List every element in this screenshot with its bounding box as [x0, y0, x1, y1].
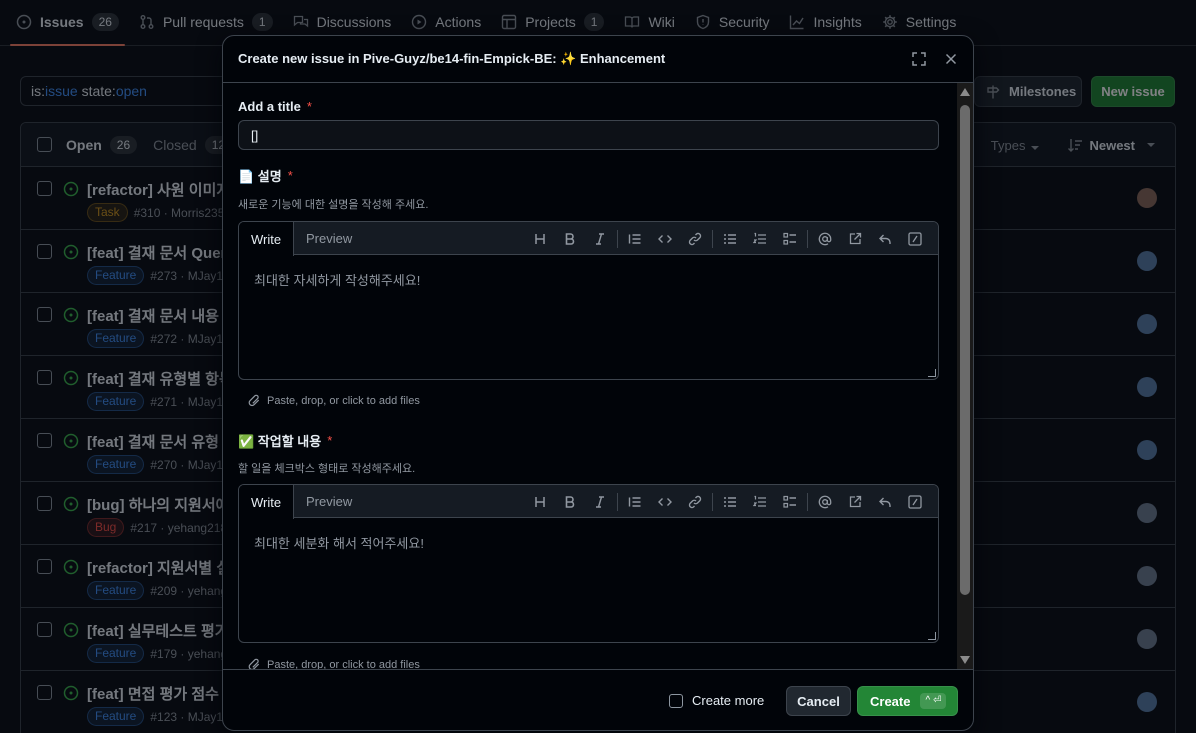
paperclip-icon [248, 394, 260, 407]
toolbar-divider [617, 230, 618, 248]
editor-toolbar: Write Preview [239, 485, 938, 519]
dialog-header: Create new issue in Pive-Guyz/be14-fin-E… [223, 36, 973, 83]
mention-icon[interactable] [810, 230, 840, 248]
slash-command-icon[interactable] [900, 230, 930, 248]
tasks-textarea[interactable]: 최대한 세분화 해서 적어주세요! [254, 533, 424, 552]
attach-text: Paste, drop, or click to add files [267, 394, 420, 407]
ordered-list-icon[interactable] [745, 230, 775, 248]
create-label: Create [870, 693, 911, 709]
fullscreen-icon[interactable] [911, 51, 927, 67]
attach-files[interactable]: Paste, drop, or click to add files [248, 394, 420, 407]
attach-files[interactable]: Paste, drop, or click to add files [248, 658, 420, 669]
tasks-hint: 할 일을 체크박스 형태로 작성해주세요. [238, 463, 416, 475]
toolbar-divider [712, 230, 713, 248]
code-icon[interactable] [650, 230, 680, 248]
saved-reply-icon[interactable] [870, 493, 900, 511]
preview-tab[interactable]: Preview [294, 222, 364, 255]
ordered-list-icon[interactable] [745, 493, 775, 511]
title-field-label: Add a title * [238, 99, 312, 114]
unordered-list-icon[interactable] [715, 230, 745, 248]
create-button[interactable]: Create ^ ⏎ [857, 686, 958, 716]
scroll-up-arrow[interactable] [960, 88, 970, 96]
toolbar-divider [712, 493, 713, 511]
bold-icon[interactable] [555, 493, 585, 511]
required-marker: * [327, 433, 333, 448]
link-icon[interactable] [680, 493, 710, 511]
write-tab[interactable]: Write [239, 485, 295, 519]
formatting-tools [525, 230, 930, 248]
resize-handle[interactable] [928, 369, 936, 377]
unordered-list-icon[interactable] [715, 493, 745, 511]
toolbar-divider [807, 493, 808, 511]
cross-reference-icon[interactable] [840, 230, 870, 248]
description-field-label: 📄 설명 * [238, 166, 293, 185]
description-label-text: 📄 설명 [238, 169, 282, 184]
issue-title-value: [] [251, 127, 259, 143]
description-editor: Write Preview 최대한 자세하게 작성해주세요! [238, 221, 939, 380]
saved-reply-icon[interactable] [870, 230, 900, 248]
dialog-footer: Create more Cancel Create ^ ⏎ [223, 669, 973, 730]
quote-icon[interactable] [620, 230, 650, 248]
heading-icon[interactable] [525, 230, 555, 248]
preview-tab[interactable]: Preview [294, 485, 364, 518]
tasks-editor: Write Preview 최대한 세분화 해서 적어주세요! [238, 484, 939, 643]
heading-icon[interactable] [525, 493, 555, 511]
tasks-field-label: ✅ 작업할 내용 * [238, 431, 332, 450]
tasks-label-text: ✅ 작업할 내용 [238, 434, 322, 449]
dialog-header-actions [911, 51, 959, 67]
description-hint: 새로운 기능에 대한 설명을 작성해 주세요. [238, 199, 429, 211]
mention-icon[interactable] [810, 493, 840, 511]
dialog-scrollbar[interactable] [957, 83, 973, 669]
resize-handle[interactable] [928, 632, 936, 640]
cancel-button[interactable]: Cancel [786, 686, 851, 716]
task-list-icon[interactable] [775, 493, 805, 511]
slash-command-icon[interactable] [900, 493, 930, 511]
dialog-body: Add a title * [] 📄 설명 * 새로운 기능에 대한 설명을 작… [223, 83, 957, 669]
task-list-icon[interactable] [775, 230, 805, 248]
paperclip-icon [248, 658, 260, 669]
quote-icon[interactable] [620, 493, 650, 511]
write-tab[interactable]: Write [239, 222, 295, 256]
attach-text: Paste, drop, or click to add files [267, 658, 420, 670]
cross-reference-icon[interactable] [840, 493, 870, 511]
italic-icon[interactable] [585, 493, 615, 511]
description-textarea[interactable]: 최대한 자세하게 작성해주세요! [254, 270, 420, 289]
code-icon[interactable] [650, 493, 680, 511]
dialog-title: Create new issue in Pive-Guyz/be14-fin-E… [238, 51, 666, 66]
create-more-toggle[interactable]: Create more [669, 693, 764, 708]
toolbar-divider [617, 493, 618, 511]
create-more-label: Create more [692, 693, 765, 708]
italic-icon[interactable] [585, 230, 615, 248]
create-more-checkbox[interactable] [669, 693, 683, 708]
issue-title-input[interactable]: [] [238, 120, 939, 150]
bold-icon[interactable] [555, 230, 585, 248]
close-icon[interactable] [943, 51, 959, 67]
link-icon[interactable] [680, 230, 710, 248]
title-label-text: Add a title [238, 99, 301, 114]
formatting-tools [525, 493, 930, 511]
create-shortcut: ^ ⏎ [920, 693, 947, 709]
toolbar-divider [807, 230, 808, 248]
scrollbar-thumb[interactable] [960, 105, 970, 595]
required-marker: * [287, 168, 293, 183]
editor-toolbar: Write Preview [239, 222, 938, 256]
required-marker: * [306, 99, 312, 114]
create-issue-dialog: Create new issue in Pive-Guyz/be14-fin-E… [222, 35, 974, 731]
scroll-down-arrow[interactable] [960, 656, 970, 664]
